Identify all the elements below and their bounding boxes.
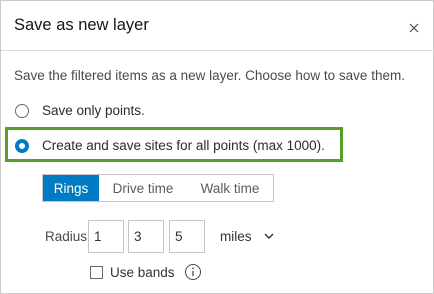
radio-button[interactable] bbox=[15, 103, 29, 118]
tab-rings[interactable]: Rings bbox=[43, 175, 99, 201]
close-icon bbox=[409, 23, 419, 33]
save-as-new-layer-dialog: Save as new layer Save the filtered item… bbox=[0, 0, 434, 294]
close-button[interactable] bbox=[402, 16, 426, 40]
unit-select[interactable]: miles bbox=[220, 229, 274, 244]
radius-input-2[interactable] bbox=[128, 220, 164, 253]
radius-input-1[interactable] bbox=[88, 220, 124, 253]
method-segmented-control: Rings Drive time Walk time bbox=[42, 174, 274, 202]
option-save-only-points[interactable]: Save only points. bbox=[15, 103, 145, 118]
option-create-sites[interactable]: Create and save sites for all points (ma… bbox=[15, 138, 325, 153]
dialog-header: Save as new layer bbox=[1, 1, 433, 51]
option-label: Save only points. bbox=[42, 103, 145, 118]
radius-input-3[interactable] bbox=[169, 220, 205, 253]
radio-button[interactable] bbox=[15, 138, 29, 153]
use-bands-label: Use bands bbox=[110, 264, 175, 280]
dialog-description: Save the filtered items as a new layer. … bbox=[14, 68, 405, 83]
info-icon bbox=[184, 264, 201, 280]
use-bands-row: Use bands bbox=[90, 263, 202, 281]
radius-label: Radius bbox=[45, 229, 88, 244]
use-bands-checkbox[interactable] bbox=[90, 265, 103, 279]
chevron-down-icon bbox=[264, 233, 274, 240]
dialog-title: Save as new layer bbox=[14, 16, 149, 34]
option-label: Create and save sites for all points (ma… bbox=[42, 138, 325, 153]
info-button[interactable] bbox=[184, 263, 202, 281]
tab-drive-time[interactable]: Drive time bbox=[99, 175, 187, 201]
tab-walk-time[interactable]: Walk time bbox=[187, 175, 273, 201]
unit-value: miles bbox=[220, 229, 252, 244]
